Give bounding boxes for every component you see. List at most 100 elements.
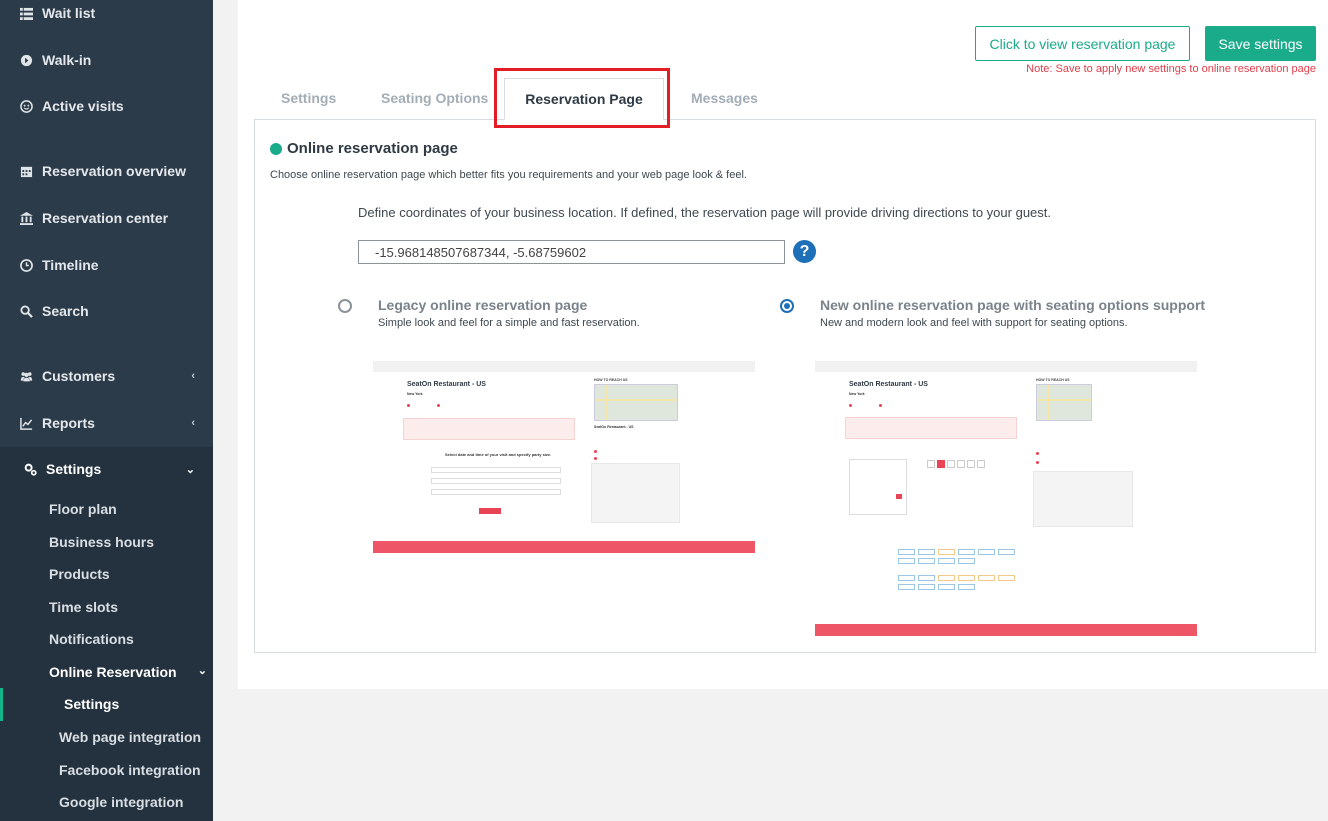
sidebar-subitem-online-reservation[interactable]: Online Reservation ⌄ — [49, 664, 207, 680]
preview-slot — [898, 575, 915, 581]
preview-party-chip — [947, 460, 955, 468]
sidebar-item-label: Active visits — [42, 98, 124, 114]
preview-slot — [918, 549, 935, 555]
preview-slot — [898, 549, 915, 555]
preview-restaurant-name: SeatOn Restaurant - US — [849, 381, 928, 388]
help-icon[interactable]: ? — [793, 240, 816, 263]
preview-prompt: Select date and time of your visit and s… — [445, 452, 552, 457]
preview-topbar — [815, 361, 1197, 372]
chevron-down-icon: ⌄ — [185, 463, 195, 476]
preview-time-field — [431, 478, 561, 484]
preview-city: New York — [849, 392, 865, 396]
preview-topbar — [373, 361, 755, 372]
tab-seating-options[interactable]: Seating Options — [381, 90, 488, 106]
preview-party-chip — [977, 460, 985, 468]
sidebar-subitem-label: Online Reservation — [49, 664, 177, 680]
chevron-left-icon: ‹ — [191, 370, 195, 382]
preview-map — [1036, 384, 1092, 421]
tab-messages[interactable]: Messages — [691, 90, 758, 106]
preview-footer — [815, 624, 1197, 636]
sidebar-item-label: Walk-in — [42, 52, 92, 68]
preview-slot — [978, 549, 995, 555]
sidebar-subitem-online-settings[interactable]: Settings — [64, 696, 119, 712]
smiley-icon — [18, 99, 34, 113]
active-indicator — [0, 688, 3, 721]
new-page-radio[interactable] — [780, 299, 794, 313]
preview-party-chip — [927, 460, 935, 468]
sidebar-item-reports[interactable]: Reports ‹ — [18, 415, 195, 431]
sidebar-item-reservation-center[interactable]: Reservation center — [18, 210, 168, 226]
tab-reservation-page[interactable]: Reservation Page — [504, 78, 664, 120]
sidebar-subitem-floor-plan[interactable]: Floor plan — [49, 501, 117, 517]
sidebar-item-timeline[interactable]: Timeline — [18, 257, 99, 273]
sidebar-item-wait-list[interactable]: Wait list — [18, 5, 95, 21]
sidebar-subitem-notifications[interactable]: Notifications — [49, 631, 134, 647]
preview-party-chip-selected — [937, 460, 945, 468]
preview-slot — [918, 558, 935, 564]
sidebar-item-settings[interactable]: Settings ⌄ — [22, 461, 195, 477]
preview-mail-icon — [437, 404, 440, 407]
panel-title-text: Online reservation page — [287, 140, 458, 157]
sidebar-subitem-business-hours[interactable]: Business hours — [49, 534, 154, 550]
preview-calendar — [849, 459, 907, 515]
preview-selected-day — [896, 494, 902, 499]
preview-slot — [918, 584, 935, 590]
preview-how-to-reach: HOW TO REACH US — [1036, 378, 1070, 382]
sidebar-subitem-web-page-integration[interactable]: Web page integration — [59, 729, 201, 745]
legacy-option-title: Legacy online reservation page — [378, 297, 588, 313]
sidebar-item-label: Reports — [42, 415, 95, 431]
chevron-down-icon: ⌄ — [197, 665, 207, 677]
preview-need-to-know — [1033, 471, 1133, 527]
preview-mail-icon — [879, 404, 882, 407]
view-reservation-page-button[interactable]: Click to view reservation page — [975, 26, 1190, 61]
globe-icon — [270, 142, 282, 155]
sidebar-item-active-visits[interactable]: Active visits — [18, 98, 124, 114]
preview-slot — [978, 575, 995, 581]
preview-slot — [958, 575, 975, 581]
preview-restaurant-name: SeatOn Restaurant - US — [407, 381, 486, 388]
sidebar-item-walk-in[interactable]: Walk-in — [18, 52, 91, 68]
sidebar-item-reservation-overview[interactable]: Reservation overview — [18, 163, 186, 179]
preview-phone-icon — [407, 404, 410, 407]
sidebar-subitem-google-integration[interactable]: Google integration — [59, 794, 183, 810]
preview-phone-icon — [849, 404, 852, 407]
sidebar-item-label: Wait list — [42, 5, 96, 21]
preview-directions-icon — [1036, 452, 1039, 455]
save-settings-button[interactable]: Save settings — [1205, 26, 1316, 61]
sidebar-subitem-products[interactable]: Products — [49, 566, 110, 582]
sidebar-subitem-facebook-integration[interactable]: Facebook integration — [59, 762, 201, 778]
sidebar-item-search[interactable]: Search — [18, 303, 89, 319]
preview-slot — [938, 549, 955, 555]
preview-date-field — [431, 467, 561, 473]
calendar-icon — [18, 164, 34, 178]
gears-icon — [22, 462, 38, 476]
sidebar-item-label: Customers — [42, 368, 116, 384]
chevron-left-icon: ‹ — [191, 417, 195, 429]
tab-settings[interactable]: Settings — [281, 90, 336, 106]
sidebar-item-label: Reservation center — [42, 210, 169, 226]
sidebar-item-label: Reservation overview — [42, 163, 186, 179]
building-icon — [18, 211, 34, 225]
preview-note-box — [845, 417, 1017, 439]
preview-party-field — [431, 489, 561, 495]
clock-icon — [18, 258, 34, 272]
panel-title: Online reservation page — [270, 140, 458, 157]
legacy-page-preview[interactable]: SeatOn Restaurant - US New York Select d… — [373, 361, 755, 554]
legacy-option-description: Simple look and feel for a simple and fa… — [378, 317, 640, 329]
legacy-page-radio[interactable] — [338, 299, 352, 313]
sidebar: Wait list Walk-in Active visits Reservat… — [0, 0, 213, 821]
preview-website-icon — [594, 457, 597, 460]
circle-arrow-icon — [18, 53, 34, 67]
preview-map — [594, 384, 678, 421]
new-page-preview[interactable]: SeatOn Restaurant - US New York HOW TO R… — [815, 361, 1197, 637]
sidebar-item-customers[interactable]: Customers ‹ — [18, 368, 195, 384]
sidebar-subitem-time-slots[interactable]: Time slots — [49, 599, 118, 615]
coordinates-input[interactable] — [358, 240, 785, 264]
panel-description: Choose online reservation page which bet… — [270, 169, 747, 181]
preview-slot — [938, 558, 955, 564]
preview-restaurant-name-small: SeatOn Restaurant - US — [594, 425, 634, 429]
preview-slot — [938, 584, 955, 590]
preview-slot — [998, 549, 1015, 555]
list-icon — [18, 6, 34, 20]
preview-slot — [958, 584, 975, 590]
